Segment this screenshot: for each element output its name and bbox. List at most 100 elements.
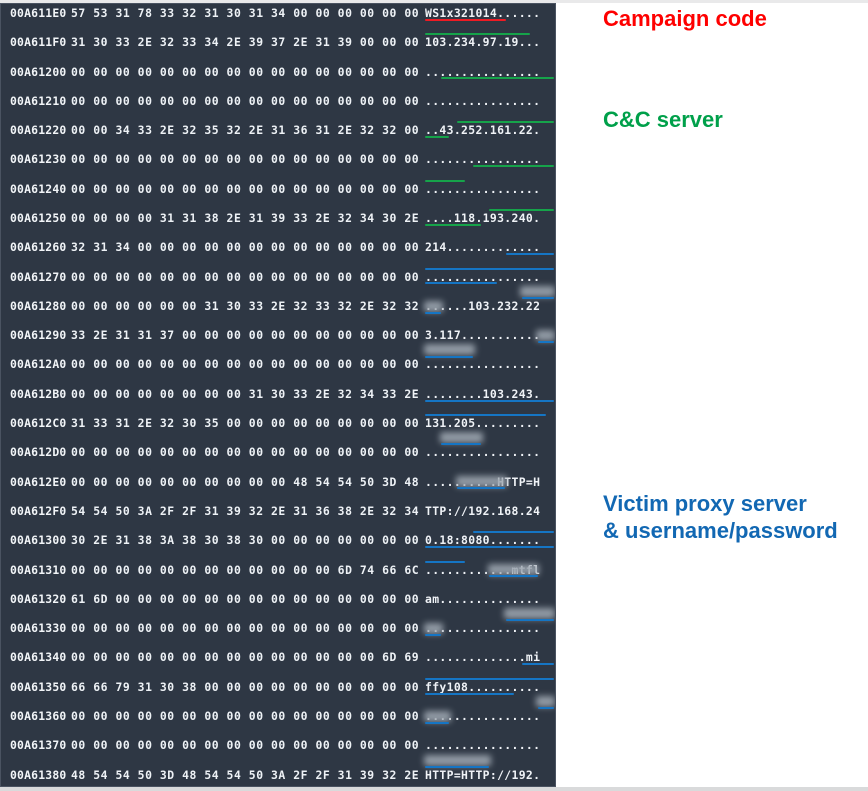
hex-row-address: 00A61260 [10, 240, 67, 255]
highlight-underline-red [425, 18, 506, 21]
hex-row-address: 00A61210 [10, 93, 67, 108]
hex-row-ascii: ......103.232.22 [425, 298, 541, 313]
highlight-underline-blue [489, 575, 538, 578]
hex-row[interactable]: 00A61310 00 00 00 00 00 00 00 00 00 00 00… [1, 563, 555, 578]
highlight-underline-blue [425, 677, 554, 680]
hex-row-ascii: 103.234.97.19... [425, 35, 541, 50]
hex-row-bytes: 00 00 00 00 00 00 00 00 00 00 48 54 54 5… [71, 474, 420, 489]
highlight-underline-blue [425, 282, 498, 285]
hex-row-bytes: 00 00 00 00 00 00 00 00 00 00 00 00 6D 7… [71, 562, 420, 577]
hex-row-address: 00A61380 [10, 767, 67, 782]
hex-row-bytes: 00 00 00 00 00 00 00 00 00 00 00 00 00 0… [71, 152, 420, 167]
hex-row-ascii: 131.205......... [425, 416, 541, 431]
hex-row-bytes: 30 2E 31 38 3A 38 30 38 30 00 00 00 00 0… [71, 533, 420, 548]
hex-row[interactable]: 00A612D0 00 00 00 00 00 00 00 00 00 00 00… [1, 445, 555, 460]
hex-row-bytes: 00 00 00 00 00 00 00 00 00 00 00 00 00 0… [71, 445, 420, 460]
highlight-underline-green [441, 77, 554, 80]
hex-row-ascii: ................ [425, 738, 541, 753]
hex-row-address: 00A61220 [10, 123, 67, 138]
hex-row-bytes: 00 00 00 00 00 00 00 00 00 00 00 00 00 0… [71, 357, 420, 372]
hex-row-address: 00A61230 [10, 152, 67, 167]
hex-row-ascii: am.............. [425, 591, 541, 606]
hex-row-bytes: 00 00 00 00 00 00 00 00 00 00 00 00 00 0… [71, 621, 420, 636]
hex-row[interactable]: 00A61330 00 00 00 00 00 00 00 00 00 00 00… [1, 621, 555, 636]
hex-row-ascii: HTTP=HTTP://192. [425, 767, 541, 782]
hex-row-bytes: 57 53 31 78 33 32 31 30 31 34 00 00 00 0… [71, 6, 420, 20]
hex-row[interactable]: 00A612A0 00 00 00 00 00 00 00 00 00 00 00… [1, 357, 555, 372]
hex-row-address: 00A61310 [10, 562, 67, 577]
hex-row-address: 00A61250 [10, 211, 67, 226]
hex-row-bytes: 00 00 00 00 00 00 00 00 00 00 00 00 00 0… [71, 650, 420, 665]
hex-row-address: 00A611E0 [10, 6, 67, 20]
hex-row-address: 00A612C0 [10, 416, 67, 431]
hex-row[interactable]: 00A61360 00 00 00 00 00 00 00 00 00 00 00… [1, 709, 555, 724]
hex-row-bytes: 32 31 34 00 00 00 00 00 00 00 00 00 00 0… [71, 240, 420, 255]
hex-row-address: 00A611F0 [10, 35, 67, 50]
screenshot-root: 00A611E0 57 53 31 78 33 32 31 30 31 34 00… [0, 0, 868, 791]
hex-row[interactable]: 00A61220 00 00 34 33 2E 32 35 32 2E 31 36… [1, 123, 555, 138]
highlight-underline-blue [521, 296, 554, 299]
hex-row[interactable]: 00A61340 00 00 00 00 00 00 00 00 00 00 00… [1, 650, 555, 665]
hex-row-address: 00A612A0 [10, 357, 67, 372]
hex-row-address: 00A61300 [10, 533, 67, 548]
highlight-underline-green [457, 121, 554, 124]
hex-row[interactable]: 00A61210 00 00 00 00 00 00 00 00 00 00 00… [1, 94, 555, 109]
hex-row-bytes: 31 30 33 2E 32 33 34 2E 39 37 2E 31 39 0… [71, 35, 420, 50]
hex-row[interactable]: 00A61230 00 00 00 00 00 00 00 00 00 00 00… [1, 152, 555, 167]
highlight-underline-blue [521, 663, 554, 666]
hex-row[interactable]: 00A61380 48 54 54 50 3D 48 54 54 50 3A 2F… [1, 768, 555, 783]
hex-row[interactable]: 00A61320 61 6D 00 00 00 00 00 00 00 00 00… [1, 592, 555, 607]
hex-row[interactable]: 00A61290 33 2E 31 31 37 00 00 00 00 00 00… [1, 328, 555, 343]
hex-row-address: 00A612E0 [10, 474, 67, 489]
highlight-underline-blue [425, 311, 442, 314]
hex-row-bytes: 00 00 00 00 00 00 00 00 00 00 00 00 00 0… [71, 93, 420, 108]
highlight-underline-blue [425, 633, 442, 636]
hex-row-address: 00A61240 [10, 181, 67, 196]
highlight-underline-green [425, 179, 466, 182]
highlight-underline-blue [537, 340, 554, 343]
hex-row-address: 00A61370 [10, 738, 67, 753]
hex-row-address: 00A61330 [10, 621, 67, 636]
hex-row-address: 00A61200 [10, 64, 67, 79]
hex-row-address: 00A612F0 [10, 503, 67, 518]
highlight-underline-blue [425, 267, 554, 270]
hex-row-bytes: 33 2E 31 31 37 00 00 00 00 00 00 00 00 0… [71, 328, 420, 343]
hex-row[interactable]: 00A61240 00 00 00 00 00 00 00 00 00 00 00… [1, 182, 555, 197]
hex-row-bytes: 54 54 50 3A 2F 2F 31 39 32 2E 31 36 38 2… [71, 503, 420, 518]
highlight-underline-green [425, 33, 530, 36]
highlight-underline-blue [425, 765, 490, 768]
hex-row-address: 00A61360 [10, 708, 67, 723]
hex-row-address: 00A61290 [10, 328, 67, 343]
annotation-victim-proxy: Victim proxy server & username/password [603, 491, 838, 543]
highlight-underline-blue [425, 692, 514, 695]
hex-row-ascii: ................ [425, 445, 541, 460]
highlight-underline-blue [425, 399, 554, 402]
hex-row-ascii: TTP://192.168.24 [425, 503, 541, 518]
highlight-underline-blue [425, 546, 554, 548]
highlight-underline-blue [425, 721, 450, 724]
hex-row[interactable]: 00A61260 32 31 34 00 00 00 00 00 00 00 00… [1, 240, 555, 255]
hex-row-address: 00A612B0 [10, 386, 67, 401]
hex-row-bytes: 00 00 00 00 00 00 00 00 31 30 33 2E 32 3… [71, 386, 420, 401]
highlight-underline-blue [505, 253, 554, 255]
highlight-underline-green [473, 165, 554, 168]
hex-row-bytes: 00 00 00 00 00 00 00 00 00 00 00 00 00 0… [71, 64, 420, 79]
hex-row-bytes: 61 6D 00 00 00 00 00 00 00 00 00 00 00 0… [71, 591, 420, 606]
hex-row-address: 00A61350 [10, 679, 67, 694]
hex-row[interactable]: 00A61370 00 00 00 00 00 00 00 00 00 00 00… [1, 738, 555, 753]
highlight-underline-blue [425, 560, 466, 563]
hex-row-ascii: 3.117........... [425, 328, 541, 343]
hex-row[interactable]: 00A611F0 31 30 33 2E 32 33 34 2E 39 37 2E… [1, 35, 555, 50]
hex-row-bytes: 00 00 00 00 00 00 00 00 00 00 00 00 00 0… [71, 269, 420, 284]
hex-row-address: 00A61270 [10, 269, 67, 284]
highlight-underline-blue [537, 707, 554, 710]
highlight-underline-blue [425, 355, 474, 358]
hex-row[interactable]: 00A612C0 31 33 31 2E 32 30 35 00 00 00 00… [1, 416, 555, 431]
hex-row[interactable]: 00A612F0 54 54 50 3A 2F 2F 31 39 32 2E 31… [1, 504, 555, 519]
hex-row-bytes: 00 00 00 00 00 00 00 00 00 00 00 00 00 0… [71, 181, 420, 196]
hex-dump-viewer[interactable]: 00A611E0 57 53 31 78 33 32 31 30 31 34 00… [0, 3, 556, 787]
highlight-underline-green [425, 135, 450, 138]
hex-row-ascii: ................ [425, 621, 541, 636]
hex-row[interactable]: 00A61280 00 00 00 00 00 00 31 30 33 2E 32… [1, 299, 555, 314]
hex-row-bytes: 00 00 00 00 00 00 00 00 00 00 00 00 00 0… [71, 708, 420, 723]
